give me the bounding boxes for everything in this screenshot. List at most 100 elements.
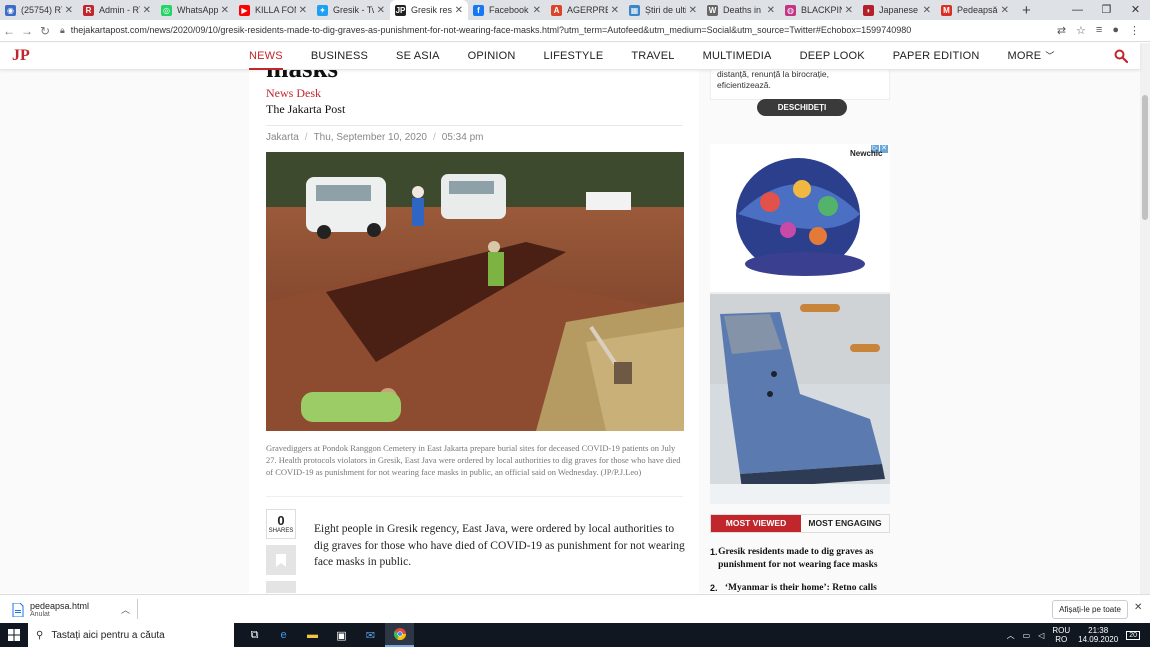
edge-icon[interactable]: e <box>269 623 298 647</box>
browser-tab[interactable]: ▦ Știri de ultim✕ <box>624 0 702 20</box>
article-time: 05:34 pm <box>441 132 484 143</box>
tab-close-icon[interactable]: ✕ <box>533 5 541 16</box>
store-icon[interactable]: ▣ <box>327 623 356 647</box>
bookmark-button[interactable] <box>266 545 296 575</box>
article-author[interactable]: News Desk <box>266 86 321 101</box>
scrollbar-thumb[interactable] <box>1142 95 1148 220</box>
list-item[interactable]: 1. Gresik residents made to dig graves as… <box>710 546 890 572</box>
nav-item-more[interactable]: MORE <box>1008 43 1042 70</box>
list-item[interactable]: 2. ‘Myanmar is their home’: Retno calls f… <box>710 582 890 593</box>
browser-menu-icon[interactable]: ⋮ <box>1129 24 1140 37</box>
download-item[interactable]: pedeapsa.html Anulat <box>12 601 89 618</box>
nav-item-deep-look[interactable]: DEEP LOOK <box>800 43 865 70</box>
clock-date: 14.09.2020 <box>1078 635 1119 644</box>
search-icon[interactable] <box>1114 49 1128 63</box>
maximize-icon[interactable]: ❐ <box>1092 0 1121 20</box>
url-field[interactable]: 🔒︎ thejakartapost.com/news/2020/09/10/gre… <box>60 25 1057 36</box>
site-logo[interactable]: JP <box>12 47 30 65</box>
nav-item-news[interactable]: NEWS <box>249 43 283 70</box>
nav-item-opinion[interactable]: OPINION <box>468 43 516 70</box>
page-scrollbar[interactable] <box>1140 43 1150 594</box>
tab-close-icon[interactable]: ✕ <box>143 5 151 16</box>
tab-title: (25754) RTV <box>21 5 62 15</box>
new-tab-button[interactable]: + <box>1022 2 1031 19</box>
tab-close-icon[interactable]: ✕ <box>923 5 931 16</box>
browser-tab[interactable]: R Admin - RTV✕ <box>78 0 156 20</box>
main-menu: NEWS BUSINESS SE ASIA OPINION LIFESTYLE TRAVE… <box>249 43 1083 70</box>
browser-tab[interactable]: A AGERPRES -✕ <box>546 0 624 20</box>
language-indicator[interactable]: ROU RO <box>1052 626 1070 644</box>
tab-favicon-icon: ◉ <box>5 4 16 16</box>
browser-tab[interactable]: ◎ WhatsApp ✕ <box>156 0 234 20</box>
tab-most-engaging[interactable]: MOST ENGAGING <box>801 515 889 532</box>
tab-title: WhatsApp <box>177 5 218 15</box>
browser-tab[interactable]: JP Gresik resid✕ <box>390 0 468 20</box>
page-content: masks News Desk The Jakarta Post Jakarta… <box>0 70 1140 593</box>
tab-close-icon[interactable]: ✕ <box>611 5 619 16</box>
chevron-down-icon[interactable]: ﹀ <box>1045 43 1054 70</box>
most-tabs: MOST VIEWED MOST ENGAGING <box>710 514 890 533</box>
tab-title: Gresik - Twit <box>333 5 374 15</box>
taskbar-search[interactable]: ⚲ Tastați aici pentru a căuta <box>28 623 234 647</box>
tab-most-viewed[interactable]: MOST VIEWED <box>711 515 801 532</box>
nav-item-lifestyle[interactable]: LIFESTYLE <box>544 43 604 70</box>
tab-close-icon[interactable]: ✕ <box>65 5 73 16</box>
browser-tab[interactable]: ◍ BLACKPINK✕ <box>780 0 858 20</box>
close-icon[interactable]: ✕ <box>1134 602 1142 613</box>
reload-icon[interactable]: ↻ <box>36 24 54 38</box>
nav-item-business[interactable]: BUSINESS <box>311 43 368 70</box>
file-explorer-icon[interactable]: ▬ <box>298 623 327 647</box>
lock-icon[interactable]: 🔒︎ <box>60 25 65 35</box>
minimize-icon[interactable]: — <box>1063 0 1092 20</box>
windows-start-icon[interactable] <box>0 623 28 647</box>
browser-tab[interactable]: ◗ Japanese ac✕ <box>858 0 936 20</box>
chrome-icon[interactable] <box>385 623 414 647</box>
system-tray: ︿ ▭ ◁ ROU RO 21:38 14.09.2020 20 <box>1007 623 1140 647</box>
tab-favicon-icon: ▶ <box>239 4 250 16</box>
tab-close-icon[interactable]: ✕ <box>767 5 775 16</box>
nav-item-multimedia[interactable]: MULTIMEDIA <box>703 43 772 70</box>
forward-icon[interactable]: → <box>18 24 36 38</box>
photo-caption: Gravediggers at Pondok Ranggon Cemetery … <box>266 443 681 477</box>
ad-newchic[interactable]: Newchic ▷ ✕ <box>710 144 890 504</box>
translate-icon[interactable]: ⇄ <box>1057 24 1066 37</box>
tab-close-icon[interactable]: ✕ <box>377 5 385 16</box>
nav-item-paper-edition[interactable]: PAPER EDITION <box>893 43 980 70</box>
tab-close-icon[interactable]: ✕ <box>689 5 697 16</box>
nav-item-se-asia[interactable]: SE ASIA <box>396 43 440 70</box>
chevron-up-icon[interactable]: ︿ <box>121 603 130 616</box>
browser-tab[interactable]: f Facebook ✕ <box>468 0 546 20</box>
ad-banner: distanță, renunță la birocrație, eficien… <box>710 70 890 116</box>
task-view-icon[interactable]: ⧉ <box>240 623 269 647</box>
chevron-up-icon[interactable]: ︿ <box>1007 630 1015 641</box>
close-window-icon[interactable]: ✕ <box>1121 0 1150 20</box>
browser-tab[interactable]: ▶ KILLA FONIC✕ <box>234 0 312 20</box>
ad-open-button[interactable]: DESCHIDEȚI <box>757 99 847 116</box>
browser-tab[interactable]: W Deaths in 20✕ <box>702 0 780 20</box>
browser-tab[interactable]: M Pedeapsă in✕ <box>936 0 1014 20</box>
notification-icon[interactable]: 20 <box>1126 630 1140 640</box>
browser-tab[interactable]: ◉ (25754) RTV✕ <box>0 0 78 20</box>
back-icon[interactable]: ← <box>0 24 18 38</box>
language-top: ROU <box>1052 626 1071 635</box>
tab-favicon-icon: JP <box>395 4 406 16</box>
network-icon[interactable]: ▭ <box>1023 631 1031 640</box>
clock-time: 21:38 <box>1088 626 1109 635</box>
mail-icon[interactable]: ✉ <box>356 623 385 647</box>
share-button[interactable] <box>266 581 296 593</box>
nav-item-travel[interactable]: TRAVEL <box>631 43 674 70</box>
browser-tab[interactable]: ✦ Gresik - Twit✕ <box>312 0 390 20</box>
media-control-icon[interactable]: ≡ <box>1096 24 1102 37</box>
show-all-button[interactable]: Afișați-le pe toate <box>1052 600 1128 619</box>
tab-close-icon[interactable]: ✕ <box>1001 5 1009 16</box>
tab-close-icon[interactable]: ✕ <box>299 5 307 16</box>
profile-icon[interactable]: ● <box>1112 24 1119 37</box>
tab-close-icon[interactable]: ✕ <box>455 5 463 16</box>
tab-close-icon[interactable]: ✕ <box>221 5 229 16</box>
volume-icon[interactable]: ◁ <box>1038 631 1044 640</box>
clock[interactable]: 21:38 14.09.2020 <box>1078 626 1118 644</box>
star-icon[interactable]: ☆ <box>1076 24 1086 37</box>
tab-close-icon[interactable]: ✕ <box>845 5 853 16</box>
most-viewed-list: 1. Gresik residents made to dig graves as… <box>710 546 890 593</box>
article-photo <box>266 152 684 431</box>
